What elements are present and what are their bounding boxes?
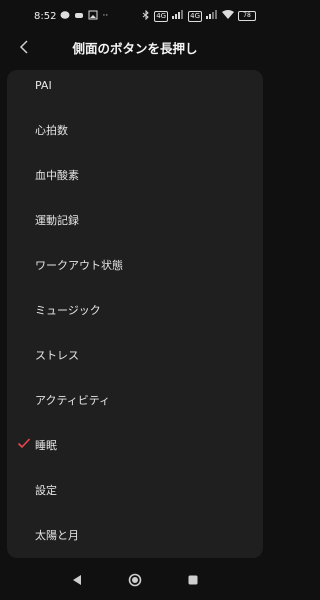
signal-icon [172,10,184,22]
status-time: 8:52 [34,10,57,22]
option-workout-status[interactable]: ワークアウト状態 [7,245,263,285]
option-stress[interactable]: ストレス [7,335,263,375]
status-right: 4G 4G 78 [142,9,256,23]
wifi-icon [222,10,234,22]
nav-recents-button[interactable] [182,569,204,591]
chevron-left-icon [19,40,28,54]
option-label: 運動記録 [35,214,79,227]
option-label: PAI [35,78,52,92]
option-label: 心拍数 [35,124,68,137]
option-label: 睡眠 [35,439,57,452]
option-sun-and-moon[interactable]: 太陽と月 [7,515,263,555]
game-icon [74,10,84,23]
more-icon: ·· [102,10,109,21]
option-label: 太陽と月 [35,529,79,542]
signal-icon [206,10,218,22]
option-activity[interactable]: アクティビティ [7,380,263,420]
option-pai[interactable]: PAI [7,70,263,105]
option-music[interactable]: ミュージック [7,290,263,330]
square-recents-icon [188,575,198,585]
volte-icon: 4G [154,10,169,22]
nav-home-button[interactable] [124,569,146,591]
option-label: ワークアウト状態 [35,259,123,272]
option-workout-record[interactable]: 運動記録 [7,200,263,240]
option-label: ストレス [35,349,79,362]
page-title: 側面のボタンを長押し [72,40,198,56]
status-left: 8:52 ·· [34,10,108,23]
option-label: 血中酸素 [35,169,79,182]
volte-icon: 4G [188,10,202,22]
option-settings[interactable]: 設定 [7,470,263,510]
back-button[interactable] [14,35,34,59]
messenger-icon [60,10,70,23]
checkmark-icon [17,438,31,449]
triangle-back-icon [73,575,81,585]
options-list: PAI 心拍数 血中酸素 運動記録 ワークアウト状態 ミュージック ストレス ア… [7,70,263,558]
option-label: ミュージック [35,304,101,317]
option-blood-oxygen[interactable]: 血中酸素 [7,155,263,195]
bluetooth-icon [142,9,150,23]
circle-home-icon [128,573,142,587]
option-label: アクティビティ [35,394,111,407]
option-sleep[interactable]: 睡眠 [7,425,263,465]
battery-icon: 78 [238,11,256,21]
nav-back-button[interactable] [66,569,88,591]
image-icon [88,10,98,23]
header: 側面のボタンを長押し [0,32,270,62]
option-heart-rate[interactable]: 心拍数 [7,110,263,150]
navigation-bar [0,560,270,600]
status-bar: 8:52 ·· 4G 4G 78 [0,0,270,32]
option-label: 設定 [35,484,57,497]
